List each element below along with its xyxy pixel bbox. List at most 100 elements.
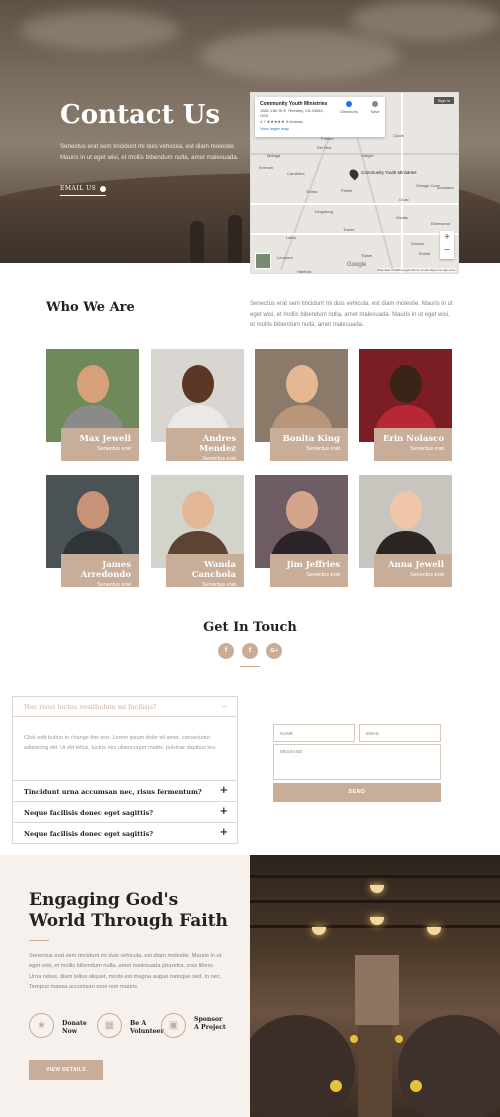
chandelier	[370, 885, 384, 893]
faq-accordion: Nec risus luctus vestibulum mi facilisis…	[12, 696, 238, 844]
google-plus-icon[interactable]: G+	[266, 643, 282, 659]
minus-icon[interactable]: –	[222, 701, 227, 711]
hero-cloud	[200, 30, 400, 80]
money-icon[interactable]: ▣	[161, 1013, 186, 1038]
map-road	[251, 233, 458, 235]
get-in-touch-heading: Get In Touch	[203, 620, 297, 635]
map-town: Selma	[306, 189, 318, 194]
team-member-label: Anna Jewell Senectus erat	[374, 554, 452, 587]
be-a-volunteer-link[interactable]: Be A Volunteer	[130, 1020, 164, 1035]
accordion-toggle[interactable]: Nec risus luctus vestibulum mi facilisis…	[13, 697, 237, 717]
team-member-name: Andres Mendez	[198, 434, 236, 454]
page-title: Contact Us	[60, 100, 220, 130]
team-member-name: Jim Jeffries	[286, 560, 340, 570]
team-member-card: Erin Nolasco Senectus erat	[359, 349, 452, 461]
hero-person-silhouette	[190, 221, 204, 263]
map-town: Clovis	[393, 133, 404, 138]
email-us-label: EMAIL US	[60, 185, 97, 192]
team-member-card: Bonita King Senectus erat	[255, 349, 348, 461]
map-town: Malaga	[267, 153, 281, 158]
congregation	[250, 1015, 355, 1117]
team-member-role: Senectus erat	[97, 446, 131, 452]
faith-text: Senectus erat sem tincidunt mi duis vehi…	[29, 953, 222, 991]
map-pin-icon[interactable]	[347, 167, 361, 181]
email-field[interactable]: EMAIL	[359, 724, 441, 742]
accordion-title: Tincidunt urna accumsan nec, risus ferme…	[24, 788, 202, 796]
photo-head	[390, 365, 422, 403]
hero-person-silhouette	[228, 215, 242, 263]
view-details-button[interactable]: VIEW DETAILS	[29, 1060, 103, 1080]
church-interior-image	[250, 855, 500, 1117]
map-town: Orosi	[399, 197, 409, 202]
map-rating-stars: 4.7 ★★★★★	[260, 119, 285, 124]
star-icon[interactable]: ★	[29, 1013, 54, 1038]
flowers	[410, 1080, 422, 1092]
directions-icon	[346, 101, 352, 107]
accordion-title: Neque facilisis donec eget sagittis?	[24, 830, 154, 838]
ceiling-beam	[250, 875, 500, 878]
google-map[interactable]: Malaga Fresno Clovis Del Rey Sanger Kerm…	[250, 92, 459, 274]
photo-head	[390, 491, 422, 529]
zoom-out-button[interactable]: −	[440, 244, 454, 257]
map-road	[251, 203, 458, 205]
accordion-item[interactable]: Neque facilisis donec eget sagittis? +	[12, 823, 238, 844]
map-town: Visalia	[396, 215, 408, 220]
ceiling-beam	[250, 925, 500, 928]
zoom-in-button[interactable]: +	[440, 231, 454, 244]
directions-label: Directions	[340, 109, 358, 114]
map-zoom-controls: + −	[440, 231, 454, 259]
faith-heading: Engaging God's World Through Faith	[29, 890, 228, 931]
photo-head	[182, 365, 214, 403]
view-larger-map-link[interactable]: View larger map	[260, 126, 380, 131]
star-icon	[372, 101, 378, 107]
grid-icon[interactable]: ▦	[97, 1013, 122, 1038]
save-button[interactable]: Save	[365, 101, 385, 114]
map-address: 1582 11th St E, Reedley, CA 93654, USA	[260, 108, 324, 118]
directions-button[interactable]: Directions	[339, 101, 359, 114]
message-field[interactable]: MESSAGE	[273, 744, 441, 780]
satellite-toggle[interactable]	[255, 253, 271, 269]
team-member-role: Senectus erat	[202, 456, 236, 462]
map-town: Auckland	[437, 185, 454, 190]
email-us-link[interactable]: EMAIL US	[60, 185, 107, 196]
map-town: Hanford	[297, 269, 312, 274]
map-sign-in-button[interactable]: Sign in	[433, 97, 454, 104]
team-member-card: Andres Mendez Senectus erat	[151, 349, 244, 462]
team-member-name: Erin Nolasco	[382, 434, 444, 444]
hero-cloud	[350, 0, 500, 40]
accordion-item-open: Nec risus luctus vestibulum mi facilisis…	[12, 696, 238, 781]
team-member-name: Bonita King	[282, 434, 340, 444]
congregation	[398, 1015, 500, 1117]
divider	[240, 666, 260, 667]
team-member-card: Wanda Canchola Senectus erat	[151, 475, 244, 588]
save-label: Save	[370, 109, 380, 114]
donate-now-link[interactable]: Donate Now	[62, 1020, 92, 1035]
plus-icon: +	[219, 806, 228, 817]
hero-cloud	[20, 10, 180, 50]
map-info-card: Community Youth Ministries 1582 11th St …	[255, 97, 385, 137]
team-member-name: Max Jewell	[79, 434, 131, 444]
team-member-role: Senectus erat	[306, 446, 340, 452]
team-member-card: Anna Jewell Senectus erat	[359, 475, 452, 587]
team-member-role: Senectus erat	[410, 446, 444, 452]
plus-icon: +	[219, 785, 228, 796]
team-member-name: James Arredondo	[80, 560, 131, 580]
photo-head	[77, 365, 109, 403]
team-member-label: Jim Jeffries Senectus erat	[270, 554, 348, 587]
team-member-card: James Arredondo Senectus erat	[46, 475, 139, 588]
accordion-item[interactable]: Tincidunt urna accumsan nec, risus ferme…	[12, 781, 238, 802]
twitter-icon[interactable]: t	[242, 643, 258, 659]
map-town: Sanger	[361, 153, 374, 158]
team-member-label: Max Jewell Senectus erat	[61, 428, 139, 461]
team-member-label: Bonita King Senectus erat	[270, 428, 348, 461]
team-member-role: Senectus erat	[202, 582, 236, 588]
chandelier	[370, 917, 384, 925]
map-reviews-link[interactable]: 3 reviews	[286, 119, 303, 124]
name-field[interactable]: NAME	[273, 724, 355, 742]
map-town: Parlier	[341, 188, 353, 193]
ceiling-beam	[250, 900, 500, 903]
accordion-item[interactable]: Neque facilisis donec eget sagittis? +	[12, 802, 238, 823]
facebook-icon[interactable]: f	[218, 643, 234, 659]
sponsor-a-project-link[interactable]: Sponsor A Project	[194, 1016, 226, 1031]
send-button[interactable]: SEND	[273, 783, 441, 802]
